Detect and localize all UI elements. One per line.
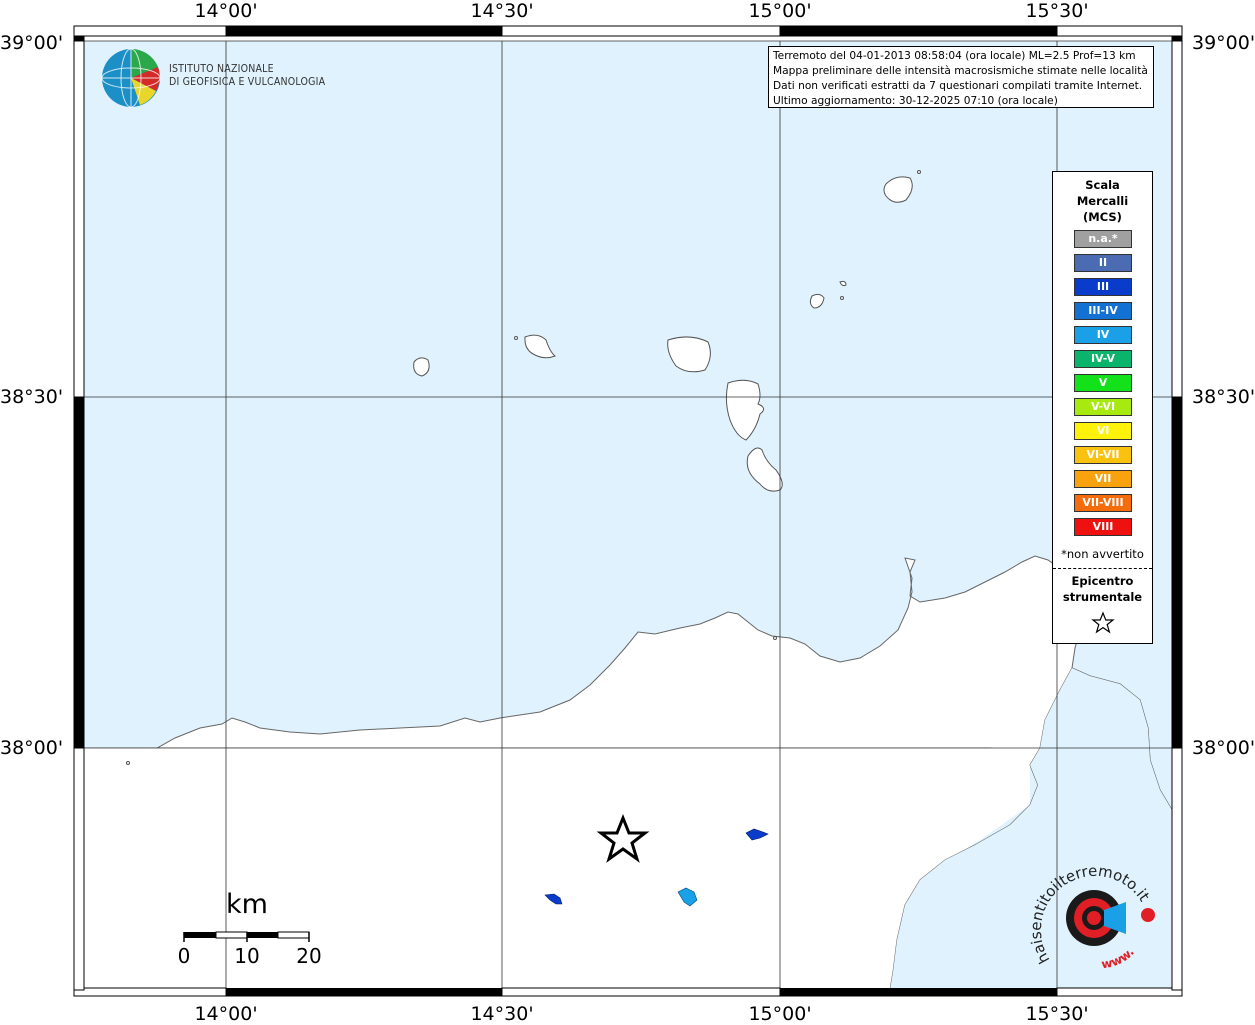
tick-bottom-4: 15°30' — [1025, 1003, 1089, 1025]
event-info-box: Terremoto del 04-01-2013 08:58:04 (ora l… — [768, 46, 1154, 108]
islet-d — [773, 636, 777, 640]
scale-label-0: 0 — [177, 944, 191, 968]
legend-epicentre-line1: Epicentro — [1071, 574, 1134, 588]
legend-swatch: VIII — [1074, 518, 1132, 536]
tick-bottom-3: 15°00' — [748, 1003, 812, 1025]
legend-divider — [1053, 568, 1152, 569]
legend-swatch: II — [1074, 254, 1132, 272]
ingv-logo-line2: DI GEOFISICA E VULCANOLOGIA — [169, 76, 326, 88]
islet-b — [840, 296, 844, 300]
legend-swatch: IV-V — [1074, 350, 1132, 368]
tick-top-3: 15°00' — [748, 0, 812, 22]
scale-label-20: 20 — [296, 944, 322, 968]
tick-left-3: 38°00' — [0, 737, 64, 759]
legend-swatch: IV — [1074, 326, 1132, 344]
legend-swatch: III-IV — [1074, 302, 1132, 320]
hst-logo-www: www. — [1100, 945, 1136, 971]
ingv-logo-line1: ISTITUTO NAZIONALE — [169, 63, 274, 75]
scale-label-10: 10 — [234, 944, 260, 968]
scale-unit: km — [226, 889, 268, 920]
tick-left-1: 39°00' — [0, 32, 64, 54]
event-info-line4: Ultimo aggiornamento: 30-12-2025 07:10 (… — [773, 95, 1058, 107]
tick-left-2: 38°30' — [0, 386, 64, 408]
tick-right-2: 38°30' — [1192, 386, 1255, 408]
legend-note: *non avvertito — [1061, 547, 1144, 561]
legend-swatch: n.a.* — [1074, 230, 1132, 248]
tick-bottom-1: 14°00' — [194, 1003, 258, 1025]
tick-top-1: 14°00' — [194, 0, 258, 22]
legend-title-line3: (MCS) — [1083, 210, 1122, 224]
ingv-logo-text: ISTITUTO NAZIONALE DI GEOFISICA E VULCAN… — [169, 63, 325, 89]
tick-right-3: 38°00' — [1192, 737, 1255, 759]
tick-top-2: 14°30' — [470, 0, 534, 22]
legend-swatch: III — [1074, 278, 1132, 296]
legend-swatch: VII — [1074, 470, 1132, 488]
event-info-line1: Terremoto del 04-01-2013 08:58:04 (ora l… — [773, 50, 1136, 62]
islet-a — [514, 336, 518, 340]
hst-logo: haisentitoilterremoto.it www. — [1030, 862, 1155, 971]
event-info-line3: Dati non verificati estratti da 7 questi… — [773, 80, 1143, 92]
tick-right-1: 39°00' — [1192, 32, 1255, 54]
island-alicudi — [413, 357, 430, 377]
mcs-legend: Scala Mercalli (MCS) n.a.* II III III-IV IV I… — [1052, 171, 1153, 644]
legend-swatch: V — [1074, 374, 1132, 392]
tick-bottom-2: 14°30' — [470, 1003, 534, 1025]
legend-epicentre-label: Epicentro strumentale — [1053, 573, 1152, 605]
legend-swatch: VI — [1074, 422, 1132, 440]
legend-epicentre-line2: strumentale — [1062, 590, 1143, 604]
islet-strombolicchio — [917, 170, 921, 174]
islet-c — [126, 761, 130, 765]
tick-top-4: 15°30' — [1025, 0, 1089, 22]
legend-swatch: VI-VII — [1074, 446, 1132, 464]
legend-title: Scala Mercalli (MCS) — [1053, 177, 1152, 225]
legend-title-line2: Mercalli — [1076, 194, 1129, 208]
event-info-line2: Mappa preliminare delle intensità macros… — [773, 65, 1148, 77]
legend-star-icon — [1091, 611, 1115, 634]
legend-title-line1: Scala — [1085, 178, 1120, 192]
legend-swatch: V-VI — [1074, 398, 1132, 416]
legend-swatch: VII-VIII — [1074, 494, 1132, 512]
